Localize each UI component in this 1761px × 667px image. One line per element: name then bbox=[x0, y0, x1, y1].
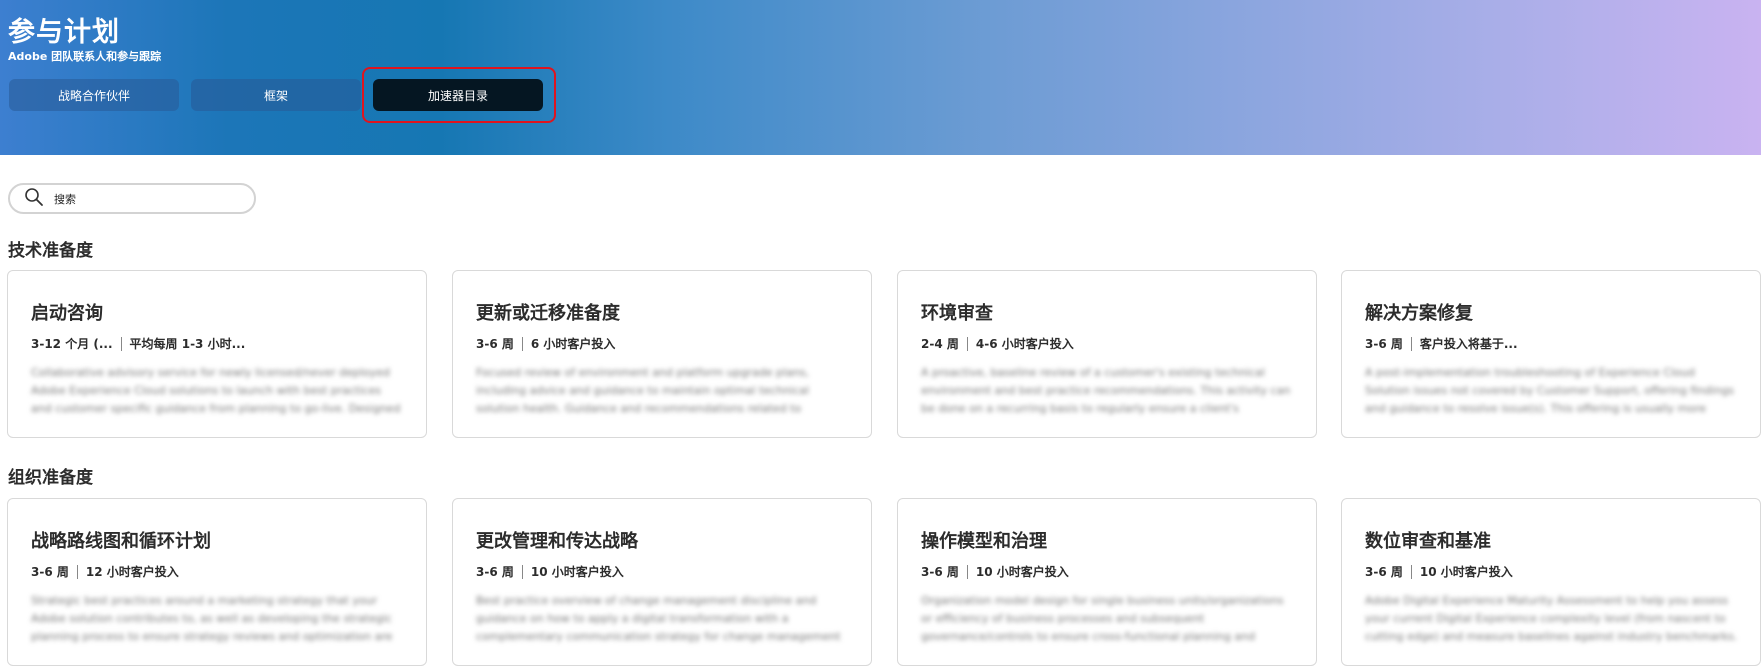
tab-strategic-partners[interactable]: 战略合作伙伴 bbox=[9, 79, 179, 111]
card-title: 战略路线图和循环计划 bbox=[31, 531, 211, 552]
search-placeholder: 搜索 bbox=[54, 192, 76, 206]
card-duration: 3-6 周 bbox=[476, 337, 514, 351]
card-effort: 平均每周 1-3 小时... bbox=[129, 337, 246, 351]
card-title: 环境审查 bbox=[921, 303, 993, 324]
card-effort: 10 小时客户投入 bbox=[975, 565, 1069, 579]
card-duration: 3-6 周 bbox=[476, 565, 514, 579]
search-input[interactable]: 搜索 bbox=[8, 183, 256, 214]
section-title-organizational-readiness: 组织准备度 bbox=[8, 468, 93, 488]
section-title-technical-readiness: 技术准备度 bbox=[8, 241, 93, 261]
card-effort: 10 小时客户投入 bbox=[1419, 565, 1513, 579]
card-duration: 3-6 周 bbox=[1365, 337, 1403, 351]
accelerator-card[interactable]: 操作模型和治理 3-6 周 10 小时客户投入 Organization mode… bbox=[897, 498, 1317, 666]
card-effort: 4-6 小时客户投入 bbox=[975, 337, 1074, 351]
card-duration: 3-6 周 bbox=[31, 565, 69, 579]
card-effort: 12 小时客户投入 bbox=[85, 565, 179, 579]
accelerator-card[interactable]: 更新或迁移准备度 3-6 周 6 小时客户投入 Focused review of… bbox=[452, 270, 872, 438]
page-title: 参与计划 bbox=[8, 17, 120, 48]
accelerator-card[interactable]: 环境审查 2-4 周 4-6 小时客户投入 A proactive, baseli… bbox=[897, 270, 1317, 438]
card-description: A proactive, baseline review of a custom… bbox=[921, 366, 1291, 415]
card-description: Adobe Digital Experience Maturity Assess… bbox=[1365, 594, 1738, 643]
accelerator-card[interactable]: 启动咨询 3-12 个月 (... 平均每周 1-3 小时... Collabor… bbox=[7, 270, 427, 438]
accelerator-card[interactable]: 更改管理和传达战略 3-6 周 10 小时客户投入 Best practice o… bbox=[452, 498, 872, 666]
card-title: 操作模型和治理 bbox=[921, 531, 1047, 552]
card-duration: 3-6 周 bbox=[1365, 565, 1403, 579]
accelerator-card[interactable]: 解决方案修复 3-6 周 客户投入将基于... A post-implementa… bbox=[1341, 270, 1761, 438]
card-description: Best practice overview of change managem… bbox=[476, 594, 841, 643]
card-description: A post-implementation troubleshooting of… bbox=[1365, 366, 1735, 415]
card-title: 解决方案修复 bbox=[1365, 303, 1473, 324]
search-icon bbox=[24, 187, 44, 211]
card-description: Strategic best practices around a market… bbox=[31, 594, 393, 643]
accelerator-card[interactable]: 战略路线图和循环计划 3-6 周 12 小时客户投入 Strategic best… bbox=[7, 498, 427, 666]
card-title: 更改管理和传达战略 bbox=[476, 531, 638, 552]
card-title: 数位审查和基准 bbox=[1365, 531, 1491, 552]
card-effort: 10 小时客户投入 bbox=[530, 565, 624, 579]
card-title: 更新或迁移准备度 bbox=[476, 303, 620, 324]
card-description: Collaborative advisory service for newly… bbox=[31, 366, 401, 415]
selected-tab-highlight bbox=[362, 67, 556, 123]
page-subtitle: Adobe 团队联系人和参与跟踪 bbox=[8, 50, 162, 63]
accelerator-card[interactable]: 数位审查和基准 3-6 周 10 小时客户投入 Adobe Digital Exp… bbox=[1341, 498, 1761, 666]
card-duration: 3-6 周 bbox=[921, 565, 959, 579]
card-title: 启动咨询 bbox=[31, 303, 103, 324]
card-effort: 客户投入将基于... bbox=[1419, 337, 1518, 351]
card-description: Organization model design for single bus… bbox=[921, 594, 1284, 643]
card-description: Focused review of environment and platfo… bbox=[476, 366, 810, 415]
page-header-banner: 参与计划 Adobe 团队联系人和参与跟踪 战略合作伙伴 框架 加速器目录 bbox=[0, 0, 1761, 155]
tab-frameworks[interactable]: 框架 bbox=[191, 79, 361, 111]
card-duration: 3-12 个月 (... bbox=[31, 337, 113, 351]
card-effort: 6 小时客户投入 bbox=[530, 337, 616, 351]
card-duration: 2-4 周 bbox=[921, 337, 959, 351]
